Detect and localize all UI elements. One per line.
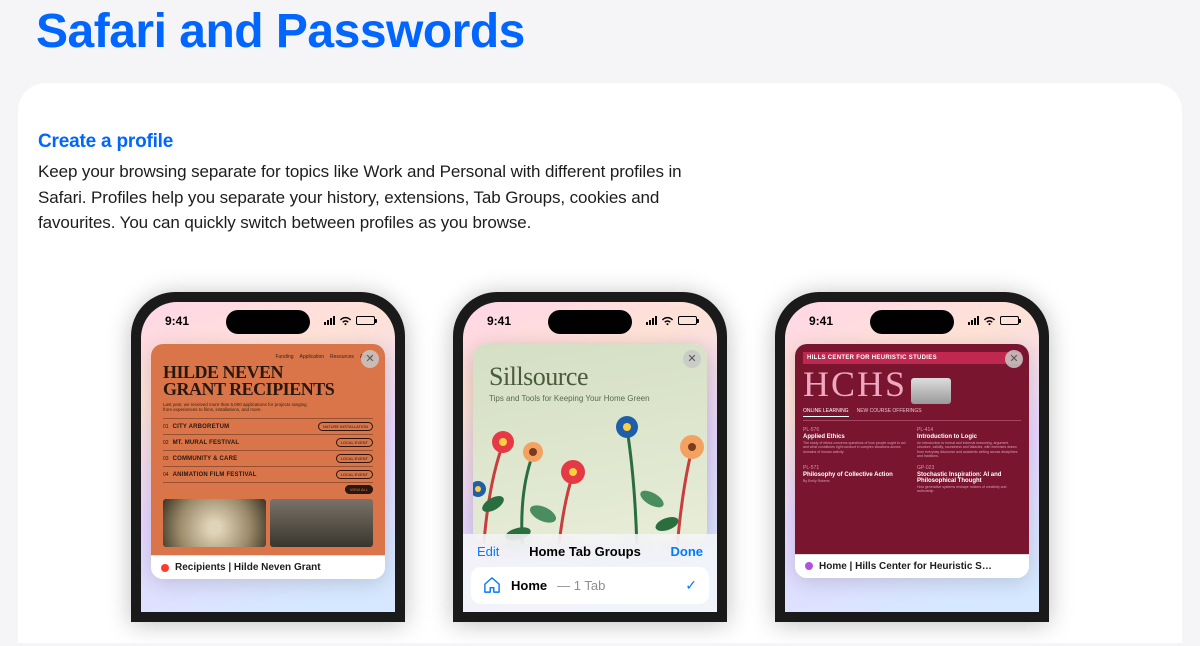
status-time: 9:41	[809, 314, 833, 328]
tab-title: Home | Hills Center for Heuristic S…	[819, 561, 992, 572]
tab-group-count: — 1 Tab	[557, 578, 605, 593]
phone-mockup-1: 9:41 ✕ FundingApplicationResourcesAbout	[131, 292, 405, 622]
wifi-icon	[339, 316, 352, 326]
content-card: Create a profile Keep your browsing sepa…	[18, 83, 1182, 643]
cellular-icon	[968, 316, 979, 325]
sheet-title: Home Tab Groups	[529, 544, 641, 559]
site-banner: HILLS CENTER FOR HEURISTIC STUDIES	[803, 352, 1021, 364]
status-icons	[324, 316, 375, 326]
phone-mockup-3: 9:41 ✕ HILLS CENTER FOR HEURISTIC STUDIE…	[775, 292, 1049, 622]
done-button[interactable]: Done	[671, 544, 704, 559]
site-nav: FundingApplicationResourcesAbout	[163, 354, 373, 360]
status-time: 9:41	[487, 314, 511, 328]
phones-row: 9:41 ✕ FundingApplicationResourcesAbout	[38, 292, 1142, 622]
close-tab-button[interactable]: ✕	[361, 350, 379, 368]
safari-tab-card[interactable]: 📌 ✕ Sillsource Tips and Tools for Keepin…	[473, 344, 707, 544]
view-all-button[interactable]: VIEW ALL	[345, 485, 373, 494]
status-time: 9:41	[165, 314, 189, 328]
status-icons	[646, 316, 697, 326]
safari-tab-card[interactable]: ✕ FundingApplicationResourcesAbout HILDE…	[151, 344, 385, 580]
profile-indicator-icon	[161, 564, 169, 572]
tab-label-bar: Recipients | Hilde Neven Grant	[151, 555, 385, 579]
home-icon	[483, 577, 501, 593]
tab-group-row[interactable]: Home — 1 Tab ✓	[471, 567, 709, 604]
tab-label-bar: Home | Hills Center for Heuristic S…	[795, 554, 1029, 578]
close-tab-button[interactable]: ✕	[683, 350, 701, 368]
battery-icon	[356, 316, 375, 325]
site-subheadline: Last year, we received more than 6,000 a…	[163, 402, 313, 413]
tab-group-name: Home	[511, 578, 547, 593]
recipient-list: 01CITY ARBORETUMNATURE INSTALLATION 02MT…	[163, 418, 373, 483]
page-title: Safari and Passwords	[0, 0, 1200, 59]
wifi-icon	[661, 316, 674, 326]
site-headline: HILDE NEVENGRANT RECIPIENTS	[163, 364, 373, 398]
flower-illustration	[607, 389, 707, 544]
course-grid: PL-576Applied EthicsThe study of ethics …	[803, 427, 1021, 494]
wifi-icon	[983, 316, 996, 326]
dynamic-island	[870, 310, 954, 334]
tab-groups-sheet: Edit Home Tab Groups Done Home — 1 Tab ✓	[463, 534, 717, 612]
webpage-preview: Sillsource Tips and Tools for Keeping Yo…	[473, 344, 707, 544]
site-tabs: ONLINE LEARNINGNEW COURSE OFFERINGS	[803, 408, 1021, 421]
tab-title: Recipients | Hilde Neven Grant	[175, 562, 321, 573]
battery-icon	[678, 316, 697, 325]
close-tab-button[interactable]: ✕	[1005, 350, 1023, 368]
battery-icon	[1000, 316, 1019, 325]
gallery-image	[270, 499, 373, 547]
profile-indicator-icon	[805, 562, 813, 570]
gallery-image	[163, 499, 266, 547]
cellular-icon	[324, 316, 335, 325]
edit-button[interactable]: Edit	[477, 544, 499, 559]
site-logo-text: HCHS	[803, 366, 907, 402]
hero-image	[911, 378, 951, 404]
flower-illustration	[473, 404, 603, 544]
feature-body: Keep your browsing separate for topics l…	[38, 159, 698, 236]
feature-heading: Create a profile	[38, 131, 1142, 153]
safari-tab-card[interactable]: ✕ HILLS CENTER FOR HEURISTIC STUDIES HCH…	[795, 344, 1029, 578]
status-icons	[968, 316, 1019, 326]
site-title: Sillsource	[489, 362, 691, 392]
checkmark-icon: ✓	[685, 577, 697, 594]
dynamic-island	[548, 310, 632, 334]
webpage-preview: HILLS CENTER FOR HEURISTIC STUDIES HCHS …	[795, 344, 1029, 554]
webpage-preview: FundingApplicationResourcesAbout HILDE N…	[151, 344, 385, 556]
dynamic-island	[226, 310, 310, 334]
phone-mockup-2: 9:41 📌 ✕ Sillsource Tips and Tools for K…	[453, 292, 727, 622]
cellular-icon	[646, 316, 657, 325]
